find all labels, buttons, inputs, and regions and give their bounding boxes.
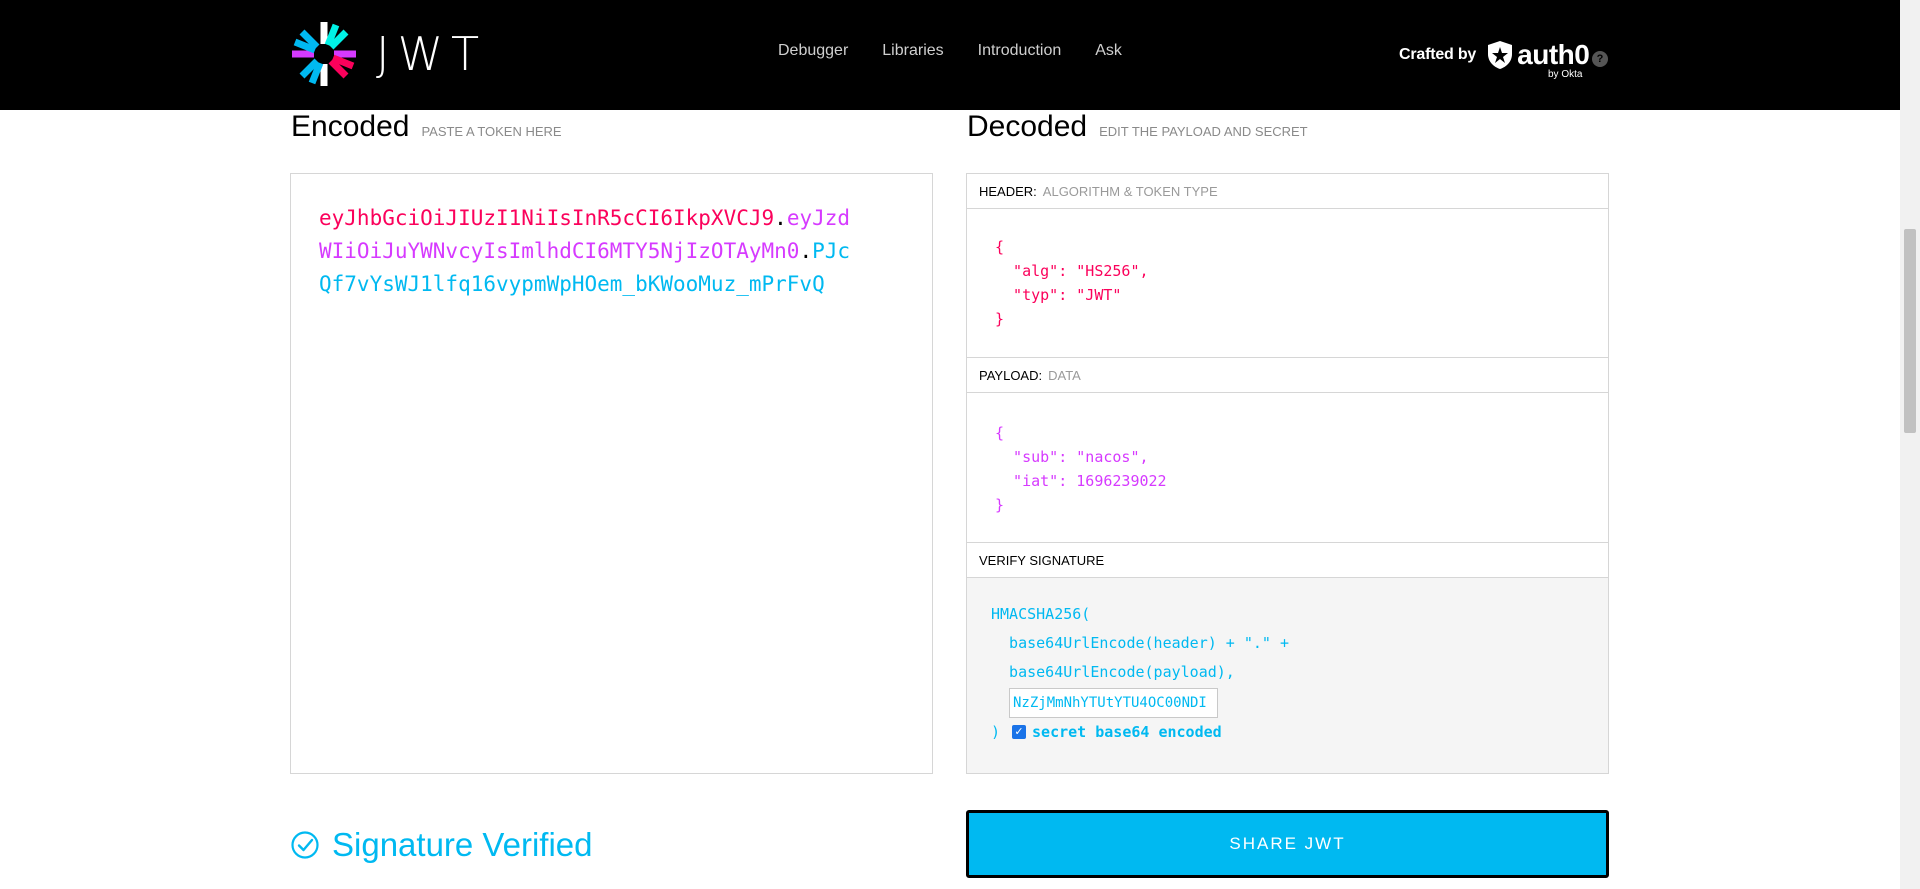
secret-input[interactable] [1009, 688, 1218, 718]
encoded-token-text[interactable]: eyJhbGciOiJIUzI1NiIsInR5cCI6IkpXVCJ9.eyJ… [319, 202, 859, 301]
encoded-title: Encoded [291, 110, 410, 143]
verify-label: VERIFY SIGNATURE [979, 552, 1105, 568]
top-navbar: JWT Debugger Libraries Introduction Ask … [0, 0, 1900, 110]
nav-libraries[interactable]: Libraries [882, 42, 943, 60]
jwt-star-icon [292, 22, 356, 86]
logo-text: JWT [376, 27, 488, 81]
encoded-subtitle: PASTE A TOKEN HERE [421, 124, 562, 139]
close-paren: ) [991, 723, 1001, 741]
secret-base64-label[interactable]: secret base64 encoded [1032, 723, 1222, 741]
verify-line-header: base64UrlEncode(header) + "." + [991, 634, 1290, 652]
payload-label: PAYLOAD: [979, 367, 1043, 383]
check-circle-icon [291, 831, 319, 859]
nav-ask[interactable]: Ask [1095, 42, 1122, 60]
by-okta-label: by Okta [1548, 69, 1583, 80]
header-section-head: HEADER: ALGORITHM & TOKEN TYPE [967, 174, 1608, 209]
payload-section-head: PAYLOAD: DATA [967, 358, 1608, 393]
share-jwt-button[interactable]: SHARE JWT [966, 810, 1609, 878]
decoded-panel: HEADER: ALGORITHM & TOKEN TYPE { "alg": … [966, 173, 1609, 774]
signature-status: Signature Verified [290, 826, 593, 864]
decoded-section-title: Decoded EDIT THE PAYLOAD AND SECRET [967, 110, 1308, 144]
crafted-by-label: Crafted by [1399, 46, 1477, 63]
verify-signature-block: HMACSHA256( base64UrlEncode(header) + ".… [967, 578, 1608, 773]
decoded-title: Decoded [967, 110, 1088, 143]
page-scrollbar[interactable] [1900, 0, 1920, 889]
encoded-token-editor[interactable]: eyJhbGciOiJIUzI1NiIsInR5cCI6IkpXVCJ9.eyJ… [290, 173, 933, 774]
header-sublabel: ALGORITHM & TOKEN TYPE [1042, 183, 1218, 199]
header-json-editor[interactable]: { "alg": "HS256", "typ": "JWT" } [967, 209, 1608, 358]
token-dot-2: . [799, 239, 813, 263]
token-header-part: eyJhbGciOiJIUzI1NiIsInR5cCI6IkpXVCJ9 [319, 206, 775, 230]
auth0-wordmark: auth0 [1517, 39, 1590, 70]
verify-section-head: VERIFY SIGNATURE [967, 543, 1608, 578]
decoded-subtitle: EDIT THE PAYLOAD AND SECRET [1099, 124, 1308, 139]
encoded-section-title: Encoded PASTE A TOKEN HERE [291, 110, 562, 144]
secret-options-row: ) ✓ secret base64 encoded [991, 723, 1222, 741]
help-icon[interactable]: ? [1592, 51, 1608, 67]
nav-introduction[interactable]: Introduction [978, 42, 1062, 60]
auth0-shield-icon [1488, 41, 1513, 69]
token-dot-1: . [774, 206, 787, 230]
payload-sublabel: DATA [1048, 367, 1081, 383]
verify-line-hmac: HMACSHA256( [991, 605, 1091, 623]
payload-json-editor[interactable]: { "sub": "nacos", "iat": 1696239022 } [967, 393, 1608, 543]
crafted-by-auth0[interactable]: Crafted by auth0 [1399, 39, 1590, 70]
signature-verified-text: Signature Verified [332, 826, 593, 863]
scrollbar-thumb[interactable] [1904, 229, 1916, 433]
jwt-logo[interactable]: JWT [290, 20, 487, 88]
secret-base64-checkbox[interactable]: ✓ [1012, 725, 1027, 739]
nav-debugger[interactable]: Debugger [778, 42, 848, 60]
main-nav: Debugger Libraries Introduction Ask [778, 42, 1156, 60]
verify-line-payload: base64UrlEncode(payload), [991, 663, 1235, 681]
header-label: HEADER: [979, 183, 1037, 199]
